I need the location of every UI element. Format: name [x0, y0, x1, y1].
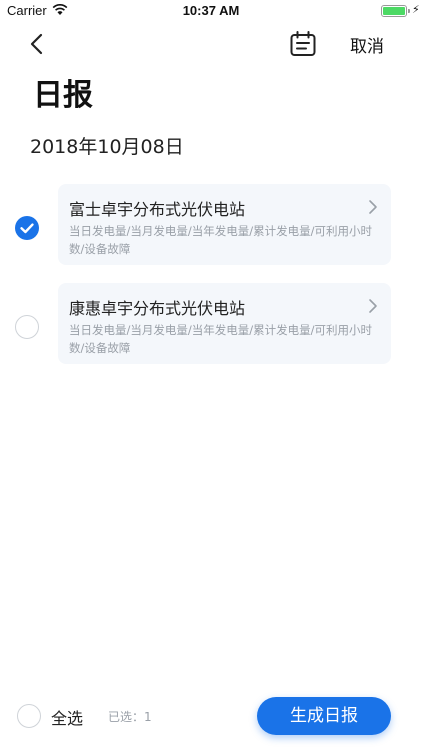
cancel-button[interactable]: 取消 [350, 32, 384, 57]
station-row: 康惠卓宇分布式光伏电站 当日发电量/当月发电量/当年发电量/累计发电量/可利用小… [0, 283, 422, 367]
checkmark-icon [20, 223, 34, 234]
select-all-label[interactable]: 全选 [51, 705, 83, 729]
select-all-checkbox[interactable] [17, 704, 41, 728]
selected-count: 已选：1 [108, 710, 152, 724]
station-name: 富士卓宇分布式光伏电站 [69, 200, 246, 219]
back-button[interactable] [24, 30, 52, 58]
station-name: 康惠卓宇分布式光伏电站 [69, 299, 246, 318]
charging-icon: ⚡ [412, 3, 420, 16]
page-title: 日报 [33, 78, 93, 113]
station-card[interactable]: 富士卓宇分布式光伏电站 当日发电量/当月发电量/当年发电量/累计发电量/可利用小… [58, 184, 391, 265]
station-description: 当日发电量/当月发电量/当年发电量/累计发电量/可利用小时数/设备故障 [69, 323, 372, 355]
station-description: 当日发电量/当月发电量/当年发电量/累计发电量/可利用小时数/设备故障 [69, 224, 372, 256]
chevron-right-icon [369, 299, 377, 313]
calendar-icon [290, 31, 316, 56]
report-date: 2018年10月08日 [30, 136, 184, 158]
chevron-right-icon [369, 200, 377, 214]
generate-report-button[interactable]: 生成日报 [257, 697, 391, 735]
calendar-button[interactable] [288, 29, 318, 59]
station-checkbox-selected[interactable] [15, 216, 39, 240]
battery-tip [408, 9, 410, 13]
station-row: 富士卓宇分布式光伏电站 当日发电量/当月发电量/当年发电量/累计发电量/可利用小… [0, 184, 422, 268]
station-card[interactable]: 康惠卓宇分布式光伏电站 当日发电量/当月发电量/当年发电量/累计发电量/可利用小… [58, 283, 391, 364]
chevron-left-icon [30, 33, 43, 55]
clock-time: 10:37 AM [182, 3, 240, 18]
station-checkbox-unselected[interactable] [15, 315, 39, 339]
status-bar: Carrier 10:37 AM ⚡ [0, 0, 422, 22]
battery-icon [381, 5, 407, 17]
